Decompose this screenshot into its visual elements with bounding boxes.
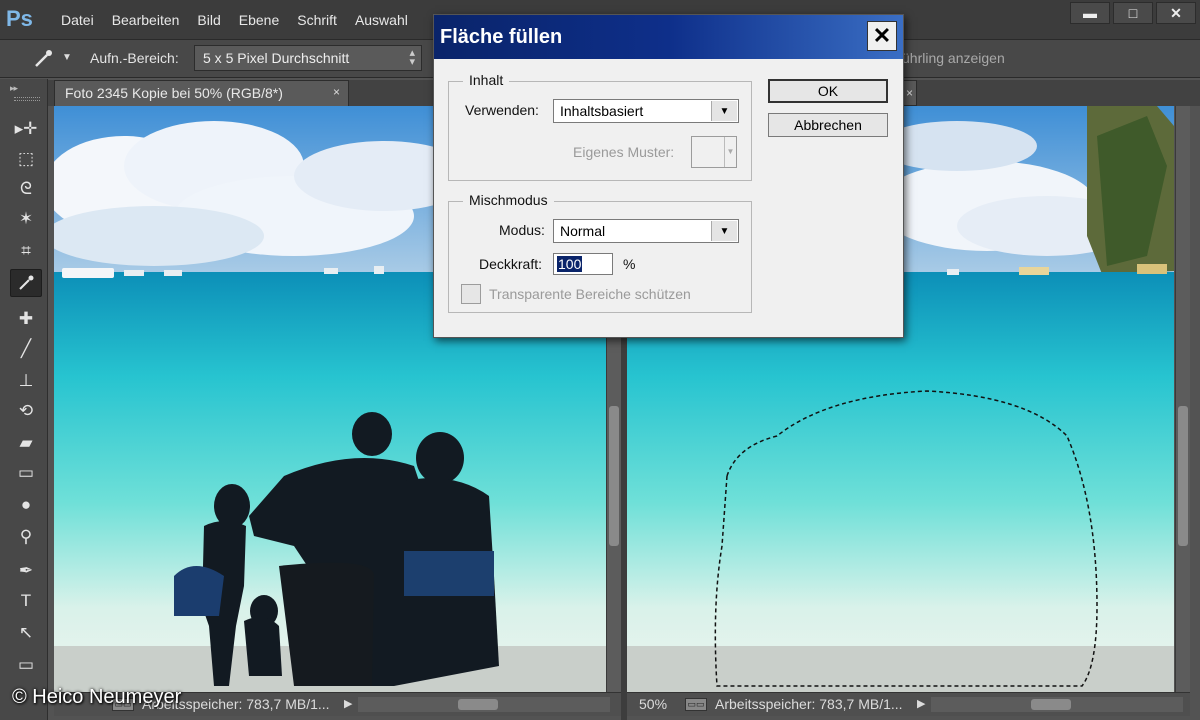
preserve-transparency-label: Transparente Bereiche schützen [489, 286, 691, 302]
hscroll-thumb[interactable] [458, 699, 498, 710]
chevron-down-icon: ▼ [711, 221, 737, 241]
tools-panel: ▸▸ ▸✛ ⬚ ᘓ ✶ ⌗ ✚ ╱ ⊥ ⟲ ▰ ▭ ● ⚲ ✒ T ↖ ▭ [0, 79, 48, 720]
pen-tool-icon[interactable]: ✒ [10, 557, 42, 585]
chevron-down-icon: ▼ [711, 101, 737, 121]
custom-pattern-picker: ▼ [691, 136, 737, 168]
ok-button[interactable]: OK [768, 79, 888, 103]
cancel-button[interactable]: Abbrechen [768, 113, 888, 137]
menu-bearbeiten[interactable]: Bearbeiten [103, 12, 189, 28]
window-close-button[interactable]: ✕ [1156, 2, 1196, 24]
chevron-down-icon[interactable]: ▼ [62, 52, 72, 63]
mode-select[interactable]: Normal ▼ [553, 219, 739, 243]
use-select[interactable]: Inhaltsbasiert ▼ [553, 99, 739, 123]
eyedropper-tool-icon[interactable] [10, 269, 42, 297]
content-group: Inhalt Verwenden: Inhaltsbasiert ▼ Eigen… [448, 72, 752, 181]
dodge-tool-icon[interactable]: ⚲ [10, 523, 42, 551]
preserve-transparency-checkbox[interactable] [461, 284, 481, 304]
scroll-thumb-right[interactable] [1178, 406, 1188, 546]
document-tab[interactable]: Foto 2345 Kopie bei 50% (RGB/8*) × [54, 80, 349, 106]
opacity-input[interactable]: 100 [553, 253, 613, 275]
memory-status: Arbeitsspeicher: 783,7 MB/1... [715, 696, 903, 712]
type-tool-icon[interactable]: T [10, 587, 42, 615]
tab-close-icon[interactable]: × [333, 85, 340, 99]
zoom-level[interactable]: 50% [639, 696, 667, 712]
photoshop-logo: Ps [6, 6, 33, 31]
magic-wand-tool-icon[interactable]: ✶ [10, 205, 42, 233]
window-controls: ▬ □ ✕ [1070, 2, 1196, 24]
scroll-thumb[interactable] [609, 406, 619, 546]
menu-ebene[interactable]: Ebene [230, 12, 288, 28]
eraser-tool-icon[interactable]: ▰ [10, 429, 42, 457]
blending-group-legend: Mischmodus [463, 192, 554, 208]
dialog-title: Fläche füllen [440, 26, 563, 48]
panel-collapse-icon[interactable]: ▸▸ [10, 83, 18, 94]
show-sampling-ring-label[interactable]: ührling anzeigen [902, 50, 1005, 66]
eyedropper-preset-icon[interactable] [30, 46, 56, 72]
brush-tool-icon[interactable]: ╱ [10, 335, 42, 363]
move-tool-icon[interactable]: ▸✛ [10, 115, 42, 143]
mode-label: Modus: [499, 222, 545, 238]
updown-arrows-icon: ▴ ▾ [409, 47, 415, 68]
tab2-close-icon[interactable]: × [903, 80, 917, 106]
crop-tool-icon[interactable]: ⌗ [10, 237, 42, 265]
menu-auswahl[interactable]: Auswahl [346, 12, 417, 28]
document-tab-title: Foto 2345 Kopie bei 50% (RGB/8*) [65, 85, 283, 101]
blur-tool-icon[interactable]: ● [10, 491, 42, 519]
sample-size-select[interactable]: 5 x 5 Pixel Durchschnitt ▴ ▾ [194, 45, 422, 71]
opacity-value: 100 [557, 256, 583, 272]
mode-select-value: Normal [560, 223, 606, 239]
minimize-button[interactable]: ▬ [1070, 2, 1110, 24]
hscroll-thumb[interactable] [1031, 699, 1071, 710]
sample-size-label: Aufn.-Bereich: [90, 50, 179, 66]
fill-dialog: Fläche füllen ✕ Inhalt Verwenden: Inhalt… [433, 14, 904, 338]
use-select-value: Inhaltsbasiert [560, 103, 644, 119]
lasso-tool-icon[interactable]: ᘓ [10, 175, 42, 203]
path-select-tool-icon[interactable]: ↖ [10, 619, 42, 647]
horizontal-scrollbar-left[interactable] [358, 697, 610, 712]
photoshop-window: Ps Datei Bearbeiten Bild Ebene Schrift A… [0, 0, 1200, 720]
custom-pattern-label: Eigenes Muster: [573, 144, 675, 160]
marquee-tool-icon[interactable]: ⬚ [10, 145, 42, 173]
opacity-label: Deckkraft: [479, 256, 543, 272]
chevron-down-icon: ▼ [724, 137, 736, 167]
status-bar-right: 50% ▭▭ Arbeitsspeicher: 783,7 MB/1... ▶ [627, 692, 1190, 716]
gradient-tool-icon[interactable]: ▭ [10, 459, 42, 487]
dialog-titlebar[interactable]: Fläche füllen ✕ [434, 15, 903, 59]
maximize-button[interactable]: □ [1113, 2, 1153, 24]
dialog-close-button[interactable]: ✕ [867, 21, 897, 51]
menu-bild[interactable]: Bild [188, 12, 229, 28]
horizontal-scrollbar-right[interactable] [931, 697, 1183, 712]
status-menu-arrow-icon[interactable]: ▶ [344, 697, 352, 710]
healing-brush-tool-icon[interactable]: ✚ [10, 305, 42, 333]
menu-datei[interactable]: Datei [52, 12, 103, 28]
vertical-scrollbar-right[interactable] [1175, 106, 1190, 692]
blending-group: Mischmodus Modus: Normal ▼ Deckkraft: 10… [448, 192, 752, 313]
menu-items: Datei Bearbeiten Bild Ebene Schrift Ausw… [52, 0, 417, 40]
content-group-legend: Inhalt [463, 72, 510, 88]
use-label: Verwenden: [465, 102, 539, 118]
stamp-tool-icon[interactable]: ⊥ [10, 367, 42, 395]
copyright-watermark: © Heico Neumeyer [12, 686, 182, 708]
history-brush-tool-icon[interactable]: ⟲ [10, 397, 42, 425]
panel-grip[interactable] [14, 97, 40, 101]
memory-info-icon[interactable]: ▭▭ [685, 698, 707, 711]
status-menu-arrow-icon[interactable]: ▶ [917, 697, 925, 710]
sample-size-value: 5 x 5 Pixel Durchschnitt [203, 50, 350, 66]
opacity-unit: % [623, 256, 636, 272]
shape-tool-icon[interactable]: ▭ [10, 651, 42, 679]
menu-schrift[interactable]: Schrift [288, 12, 346, 28]
